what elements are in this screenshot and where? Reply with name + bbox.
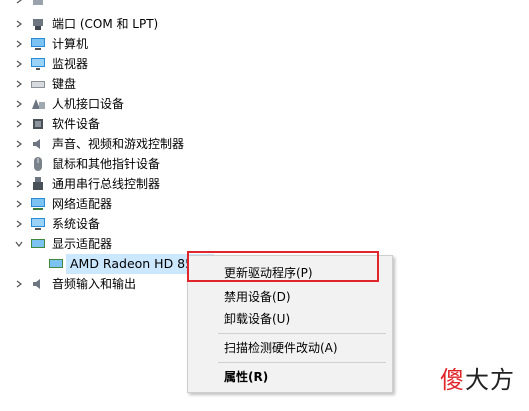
tree-item-label: 声音、视频和游戏控制器 bbox=[52, 137, 185, 151]
network-adapter-icon bbox=[30, 196, 46, 212]
chevron-right-icon[interactable] bbox=[14, 114, 24, 134]
menu-item-disable-device[interactable]: 禁用设备(D) bbox=[189, 285, 391, 307]
menu-item-scan-hardware[interactable]: 扫描检测硬件改动(A) bbox=[189, 336, 391, 358]
chevron-right-icon[interactable] bbox=[14, 174, 24, 194]
tree-item-software-devices[interactable]: 软件设备 bbox=[0, 114, 300, 134]
monitor-icon bbox=[30, 56, 46, 72]
menu-item-label: 属性(R) bbox=[224, 369, 269, 384]
device-icon bbox=[30, 0, 46, 8]
tree-item-system-devices[interactable]: 系统设备 bbox=[0, 214, 300, 234]
chevron-right-icon[interactable] bbox=[14, 74, 24, 94]
hid-icon bbox=[30, 96, 46, 112]
annotation-highlight-box bbox=[187, 251, 379, 282]
tree-item-label: 监视器 bbox=[52, 57, 89, 71]
chevron-right-icon[interactable] bbox=[14, 154, 24, 174]
tree-item-computer[interactable]: 计算机 bbox=[0, 34, 300, 54]
menu-item-properties[interactable]: 属性(R) bbox=[189, 365, 391, 387]
audio-icon bbox=[30, 276, 46, 292]
tree-item-network-adapters[interactable]: 网络适配器 bbox=[0, 194, 300, 214]
chevron-right-icon[interactable] bbox=[14, 214, 24, 234]
port-icon bbox=[30, 16, 46, 32]
tree-item-label: 系统设备 bbox=[52, 217, 101, 231]
tree-item-label: 键盘 bbox=[52, 77, 77, 91]
tree-item-label: 端口 (COM 和 LPT) bbox=[52, 17, 159, 31]
system-device-icon bbox=[30, 216, 46, 232]
menu-separator bbox=[218, 333, 386, 334]
display-adapter-icon bbox=[30, 236, 46, 252]
chevron-down-icon[interactable] bbox=[14, 234, 24, 254]
chevron-right-icon[interactable] bbox=[14, 14, 24, 34]
mouse-icon bbox=[30, 156, 46, 172]
chevron-right-icon[interactable] bbox=[14, 94, 24, 114]
tree-item-label: 通用串行总线控制器 bbox=[52, 177, 161, 191]
display-card-icon bbox=[48, 256, 64, 272]
tree-item-label: 计算机 bbox=[52, 37, 89, 51]
tree-item-mouse[interactable]: 鼠标和其他指针设备 bbox=[0, 154, 300, 174]
tree-item-label: AMD Radeon HD 85 bbox=[70, 256, 194, 271]
tree-item-label: 音频输入和输出 bbox=[52, 277, 137, 291]
tree-item-label: 人机接口设备 bbox=[52, 97, 125, 111]
tree-item-sound[interactable]: 声音、视频和游戏控制器 bbox=[0, 134, 300, 154]
watermark-accent: 傻 bbox=[440, 366, 465, 394]
usb-icon bbox=[30, 176, 46, 192]
tree-item-top-partial bbox=[0, 0, 300, 10]
keyboard-icon bbox=[30, 76, 46, 92]
chevron-right-icon[interactable] bbox=[14, 54, 24, 74]
chevron-right-icon[interactable] bbox=[14, 34, 24, 54]
chevron-right-icon bbox=[14, 0, 24, 10]
tree-item-hid[interactable]: 人机接口设备 bbox=[0, 94, 300, 114]
chevron-right-icon[interactable] bbox=[14, 194, 24, 214]
tree-item-label: 显示适配器 bbox=[52, 237, 113, 251]
menu-separator bbox=[218, 362, 386, 363]
tree-item-monitors[interactable]: 监视器 bbox=[0, 54, 300, 74]
menu-item-uninstall-device[interactable]: 卸载设备(U) bbox=[189, 307, 391, 329]
tree-item-label: 软件设备 bbox=[52, 117, 101, 131]
menu-item-label: 扫描检测硬件改动(A) bbox=[224, 340, 338, 355]
tree-item-ports[interactable]: 端口 (COM 和 LPT) bbox=[0, 14, 300, 34]
menu-item-label: 禁用设备(D) bbox=[224, 289, 291, 304]
tree-item-label: 鼠标和其他指针设备 bbox=[52, 157, 161, 171]
watermark: 傻大方 bbox=[440, 360, 515, 395]
speaker-icon bbox=[30, 136, 46, 152]
computer-icon bbox=[30, 36, 46, 52]
tree-item-usb[interactable]: 通用串行总线控制器 bbox=[0, 174, 300, 194]
chevron-right-icon[interactable] bbox=[14, 274, 24, 294]
software-device-icon bbox=[30, 116, 46, 132]
watermark-text: 大方 bbox=[465, 366, 515, 394]
tree-item-label: 网络适配器 bbox=[52, 197, 113, 211]
chevron-right-icon[interactable] bbox=[14, 134, 24, 154]
menu-item-label: 卸载设备(U) bbox=[224, 311, 291, 326]
tree-item-keyboard[interactable]: 键盘 bbox=[0, 74, 300, 94]
